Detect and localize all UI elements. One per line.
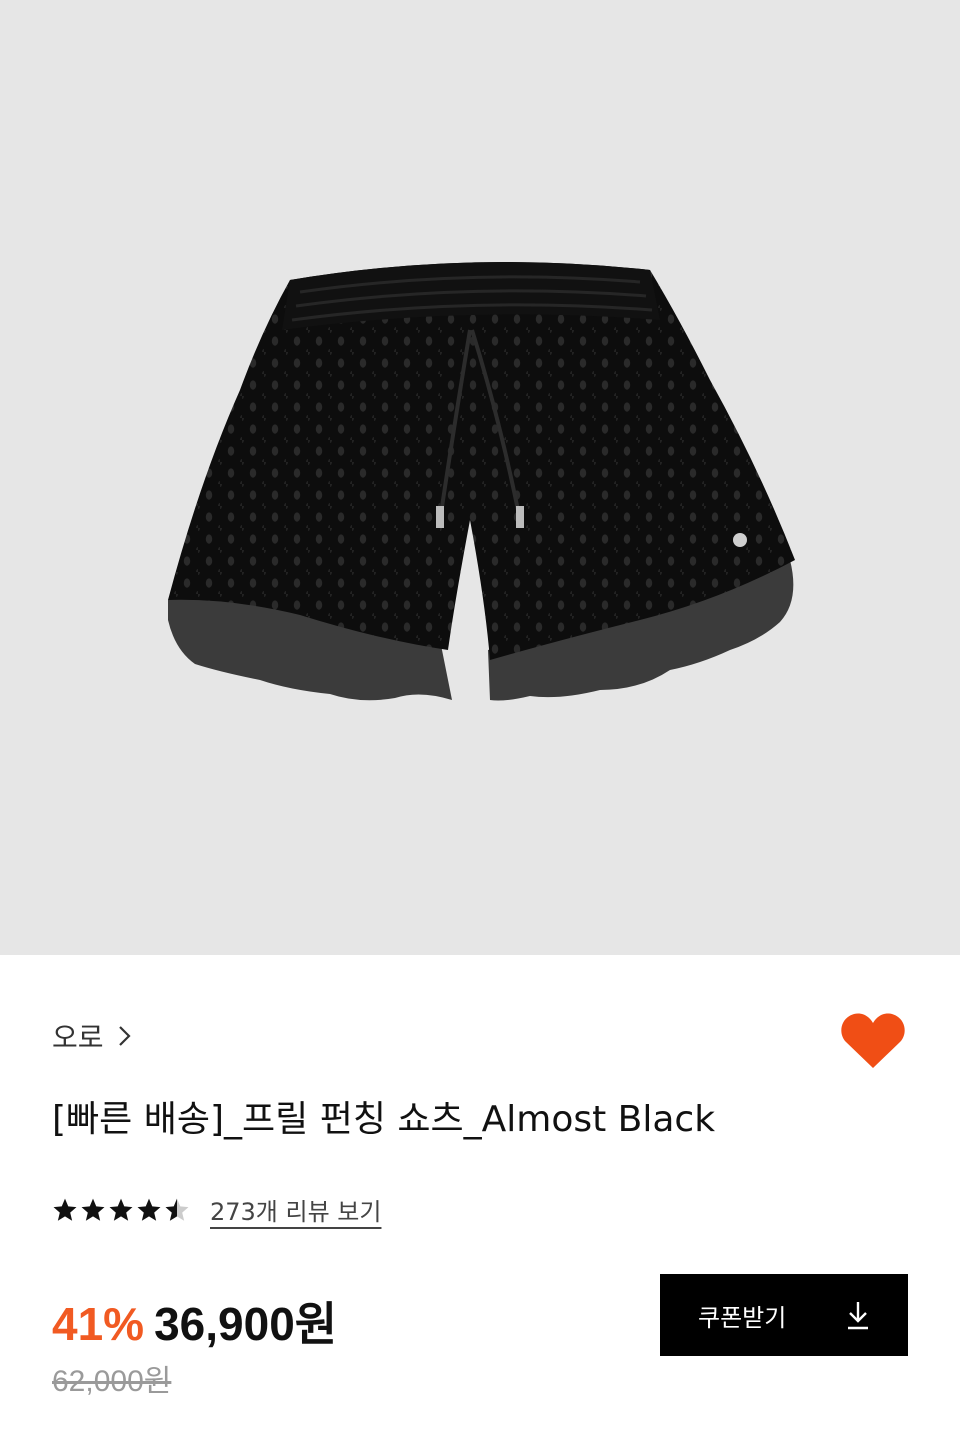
chevron-right-icon xyxy=(118,1025,132,1047)
coupon-button-label: 쿠폰받기 xyxy=(698,1303,787,1332)
star-rating xyxy=(52,1197,190,1223)
star-icon xyxy=(137,1198,161,1221)
shorts-illustration xyxy=(168,262,795,701)
review-link[interactable]: 273개 리뷰 보기 xyxy=(210,1192,381,1227)
price-row: 41% 36,900원 xyxy=(52,1288,337,1354)
product-title: [빠른 배송]_프릴 펀칭 쇼츠_Almost Black xyxy=(52,1099,716,1140)
original-price: 62,000원 xyxy=(52,1365,172,1398)
discount-rate: 41% xyxy=(52,1298,145,1350)
coupon-download-button[interactable]: 쿠폰받기 xyxy=(660,1274,908,1356)
brand-name: 오로 xyxy=(52,1021,104,1054)
heart-icon xyxy=(841,1013,905,1068)
brand-link[interactable]: 오로 xyxy=(52,1016,132,1056)
wishlist-button[interactable] xyxy=(840,1012,906,1070)
star-icon xyxy=(109,1198,133,1221)
star-icon xyxy=(53,1198,77,1221)
star-icon xyxy=(81,1198,105,1221)
sale-price: 36,900원 xyxy=(154,1298,338,1350)
star-half-icon xyxy=(165,1198,189,1221)
product-detail-page: 오로 [빠른 배송]_프릴 펀칭 쇼츠_Almost Black 273개 리뷰… xyxy=(0,0,960,1440)
download-icon xyxy=(848,1302,868,1330)
product-image[interactable] xyxy=(0,0,960,955)
rating-row: 273개 리뷰 보기 xyxy=(52,1192,381,1227)
